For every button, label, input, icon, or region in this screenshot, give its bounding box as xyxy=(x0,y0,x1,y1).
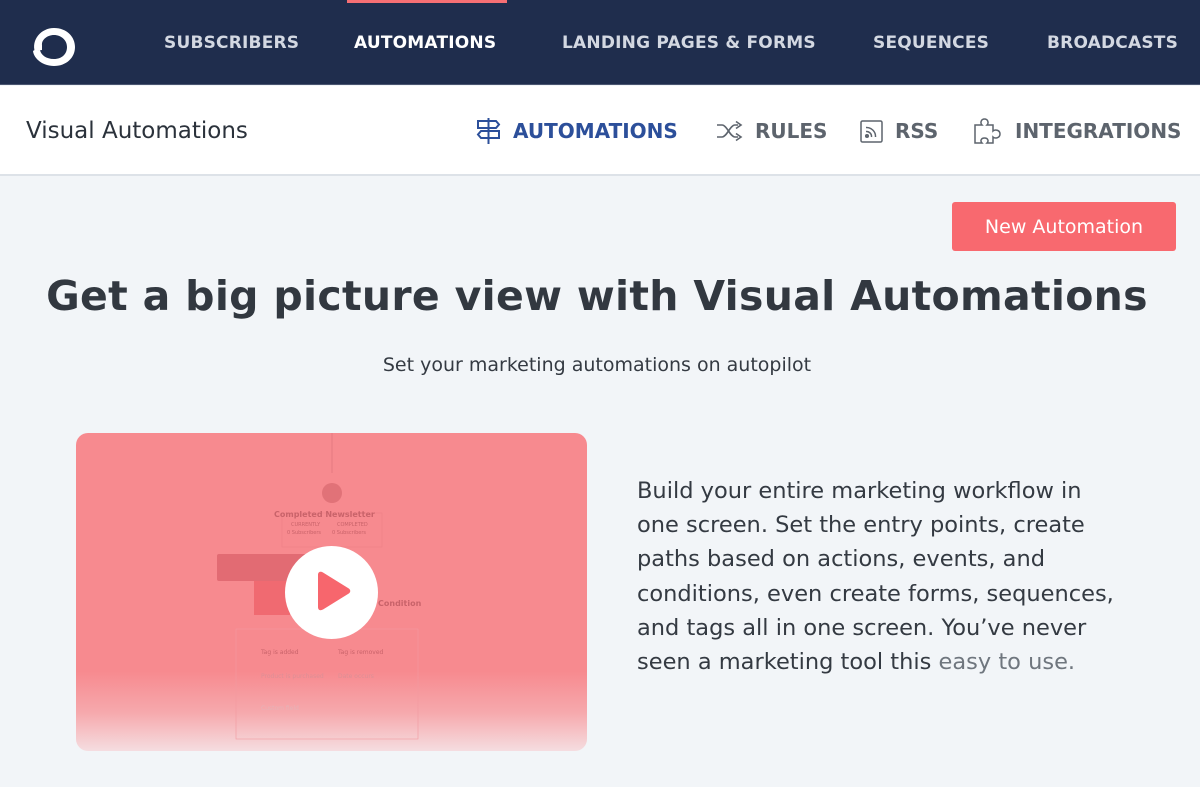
subnav-automations-label: AUTOMATIONS xyxy=(513,119,678,143)
subnav-integrations[interactable]: INTEGRATIONS xyxy=(973,86,1181,176)
convertkit-logo-icon[interactable] xyxy=(25,22,79,68)
preview-stat-2-label: COMPLETED xyxy=(337,522,368,528)
preview-stat-1-label: CURRENTLY xyxy=(291,522,321,528)
topnav-landing-pages-forms[interactable]: LANDING PAGES & FORMS xyxy=(562,0,816,85)
topnav-subscribers[interactable]: SUBSCRIBERS xyxy=(164,0,299,85)
play-button[interactable] xyxy=(285,546,378,639)
play-icon xyxy=(312,570,352,616)
description-main-text: Build your entire marketing workflow in … xyxy=(637,478,1114,676)
new-automation-button[interactable]: New Automation xyxy=(952,202,1176,251)
preview-option-5: Custom field xyxy=(261,705,299,712)
signpost-icon xyxy=(476,117,501,145)
hero-title: Get a big picture view with Visual Autom… xyxy=(46,272,1148,320)
topnav-automations[interactable]: AUTOMATIONS xyxy=(354,0,496,85)
subnav-integrations-label: INTEGRATIONS xyxy=(1015,119,1182,143)
subnav-rules-label: RULES xyxy=(755,119,828,143)
preview-stat-2-value: 0 Subscribers xyxy=(332,530,366,536)
rss-icon xyxy=(860,119,883,143)
feature-description: Build your entire marketing workflow in … xyxy=(637,474,1117,679)
page-title: Visual Automations xyxy=(26,118,248,144)
subnav-rss[interactable]: RSS xyxy=(860,86,938,176)
preview-option-4: Date occurs xyxy=(338,673,374,680)
top-navigation: SUBSCRIBERS AUTOMATIONS LANDING PAGES & … xyxy=(0,0,1200,85)
puzzle-icon xyxy=(973,117,1003,145)
preview-option-1: Tag is added xyxy=(261,649,299,656)
hero-subtitle: Set your marketing automations on autopi… xyxy=(382,354,812,376)
topnav-broadcasts[interactable]: BROADCASTS xyxy=(1047,0,1178,85)
preview-stat-1-value: 0 Subscribers xyxy=(287,530,321,536)
preview-option-2: Tag is removed xyxy=(338,649,384,656)
preview-node-title: Completed Newsletter xyxy=(274,510,375,519)
subnav-automations[interactable]: AUTOMATIONS xyxy=(476,86,678,176)
subnav-rules[interactable]: RULES xyxy=(716,86,827,176)
video-player[interactable]: Completed Newsletter CURRENTLY 0 Subscri… xyxy=(76,433,587,751)
preview-condition-label: Condition xyxy=(378,599,422,608)
sub-navigation: Visual Automations AUTOMATIONS RULES RSS… xyxy=(0,86,1200,176)
topnav-sequences[interactable]: SEQUENCES xyxy=(873,0,989,85)
subnav-rss-label: RSS xyxy=(895,119,939,143)
shuffle-icon xyxy=(716,120,743,142)
description-faded-text: easy to use. xyxy=(938,649,1076,676)
preview-option-3: Product is purchased xyxy=(261,673,324,680)
